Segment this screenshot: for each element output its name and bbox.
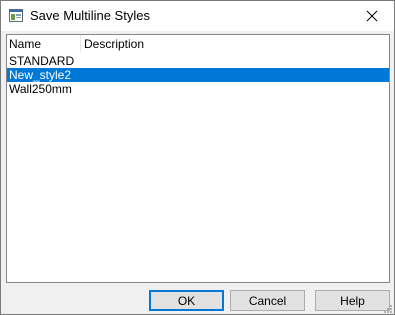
list-item[interactable]: Wall250mm — [7, 82, 389, 96]
list-item-selected[interactable]: New_style2 — [7, 68, 389, 82]
close-button[interactable] — [350, 1, 394, 31]
resize-grip-icon[interactable] — [382, 302, 392, 313]
cancel-button[interactable]: Cancel — [230, 290, 305, 311]
multiline-app-icon — [9, 9, 23, 22]
list-header: Name Description — [7, 35, 389, 53]
dialog-title: Save Multiline Styles — [30, 8, 150, 23]
style-name: STANDARD — [9, 54, 75, 68]
list-item[interactable]: STANDARD — [7, 54, 389, 68]
help-button[interactable]: Help — [315, 290, 390, 311]
column-header-description[interactable]: Description — [84, 38, 144, 51]
column-header-name[interactable]: Name — [9, 38, 41, 51]
close-icon — [366, 10, 378, 22]
title-bar[interactable]: Save Multiline Styles — [1, 1, 394, 31]
styles-list[interactable]: Name Description STANDARD New_style2 Wal… — [6, 34, 390, 283]
style-name: Wall250mm — [9, 82, 72, 96]
column-divider[interactable] — [80, 35, 81, 52]
style-name: New_style2 — [9, 68, 72, 82]
ok-button[interactable]: OK — [149, 290, 224, 311]
save-multiline-styles-dialog: Save Multiline Styles Name Description S… — [0, 0, 395, 315]
